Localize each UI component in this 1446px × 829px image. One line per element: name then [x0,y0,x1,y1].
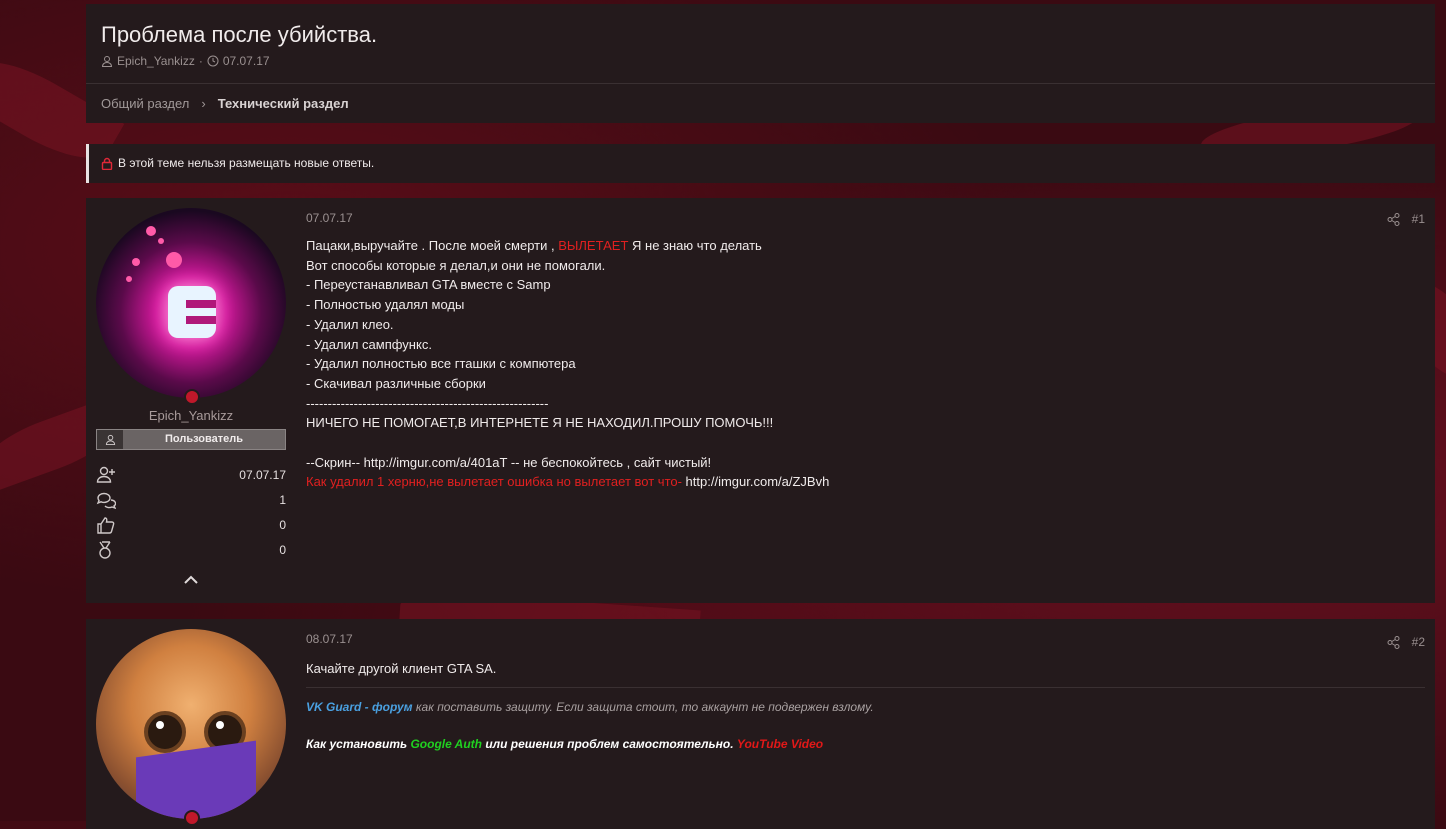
lock-icon [101,157,113,170]
messages-icon [96,492,116,509]
signature-line: Как установить Google Auth или решения п… [306,737,823,751]
cat-eye [144,711,186,753]
text-segment: как поставить защиту. Если защита стоит,… [412,700,874,714]
breadcrumb-general[interactable]: Общий раздел [101,96,189,111]
post-line: Вот способы которые я делал,и они не пом… [306,257,606,273]
chevron-up-icon[interactable] [183,573,199,585]
post-date[interactable]: 07.07.17 [306,211,353,225]
breadcrumb: Общий раздел › Технический раздел [101,96,349,111]
stat-reactions: 0 [96,515,286,535]
meta-separator: · [198,54,203,68]
thread-meta: Epich_Yankizz · 07.07.17 [101,54,270,68]
thread-author[interactable]: Epich_Yankizz [117,54,195,68]
post-line: --Скрин-- http://imgur.com/a/401aT -- не… [306,454,712,470]
avatar[interactable] [96,208,286,398]
stat-points-value: 0 [279,543,286,557]
stat-joined-value: 07.07.17 [239,468,286,482]
chevron-right-icon: › [201,96,206,111]
post-body: Пацаки,выручайте . После моей смерти , В… [306,236,1406,492]
stat-messages-value: 1 [279,493,286,507]
post-actions: #2 [1387,635,1425,649]
notice-text: В этой теме нельзя размещать новые ответ… [118,156,375,170]
text-segment: Пацаки,выручайте . После моей смерти , [306,238,559,253]
share-icon[interactable] [1387,635,1400,649]
online-status-icon [184,810,200,826]
post-line: ----------------------------------------… [306,395,549,411]
clock-icon [207,55,219,67]
post-number[interactable]: #1 [1412,212,1425,226]
text-segment: или решения проблем самостоятельно. [482,737,737,751]
post-link[interactable]: http://imgur.com/a/ZJBvh [686,474,830,489]
user-icon [101,56,113,67]
user-plus-icon [96,466,115,483]
stat-joined: 07.07.17 [96,465,286,485]
post-1: Epich_Yankizz Пользователь 07.07.17 1 0 … [86,198,1435,603]
thread-header: Проблема после убийства. Epich_Yankizz ·… [86,4,1435,123]
thumbs-up-icon [97,517,115,534]
post-body: Качайте другой клиент GTA SA. [306,661,497,676]
post-actions: #1 [1387,212,1425,226]
role-label: Пользователь [164,433,243,445]
post-line: - Удалил сампфункс. [306,336,432,352]
user-role-badge: Пользователь [96,429,286,450]
medal-icon [99,541,111,559]
share-icon[interactable] [1387,212,1400,226]
stat-messages: 1 [96,490,286,510]
thread-date[interactable]: 07.07.17 [223,54,270,68]
post-line: - Удалил клео. [306,316,394,332]
stat-reactions-value: 0 [279,518,286,532]
text-segment: Я не знаю что делать [628,238,762,253]
locked-notice: В этой теме нельзя размещать новые ответ… [86,144,1435,183]
post-line: - Переустанавливал GTA вместе с Samp [306,277,551,293]
post-2: 08.07.17 #2 Качайте другой клиент GTA SA… [86,619,1435,829]
divider [86,83,1435,84]
user-icon [97,430,123,449]
logo-icon [168,286,216,338]
post-line: - Полностью удалял моды [306,297,465,313]
highlight-text: Как удалил 1 херню,не вылетает ошибка но… [306,474,686,490]
post-line: - Скачивал различные сборки [306,375,486,391]
book-shape [136,740,256,819]
signature-link[interactable]: YouTube Video [737,737,823,751]
post-date[interactable]: 08.07.17 [306,632,353,646]
post-number[interactable]: #2 [1412,635,1425,649]
breadcrumb-technical[interactable]: Технический раздел [218,96,349,111]
post-line: НИЧЕГО НЕ ПОМОГАЕТ,В ИНТЕРНЕТЕ Я НЕ НАХО… [306,415,774,431]
post-line: - Удалил полностью все гташки с компютер… [306,356,576,372]
avatar[interactable] [96,629,286,819]
signature-divider [306,687,1425,688]
highlight-text: ВЫЛЕТАЕТ [558,238,629,253]
post-line: Пацаки,выручайте . После моей смерти , В… [306,236,1406,256]
signature-line: VK Guard - форум как поставить защиту. Е… [306,700,874,714]
stat-points: 0 [96,540,286,560]
post-username[interactable]: Epich_Yankizz [96,408,286,423]
thread-title: Проблема после убийства. [101,22,378,47]
signature-link[interactable]: Google Auth [410,737,482,751]
text-segment: Как установить [306,737,411,751]
signature-link[interactable]: VK Guard - форум [306,700,413,714]
post-line: Как удалил 1 херню,не вылетает ошибка но… [306,472,1406,492]
post-line: ​ [306,433,1406,453]
online-status-icon [184,389,200,405]
